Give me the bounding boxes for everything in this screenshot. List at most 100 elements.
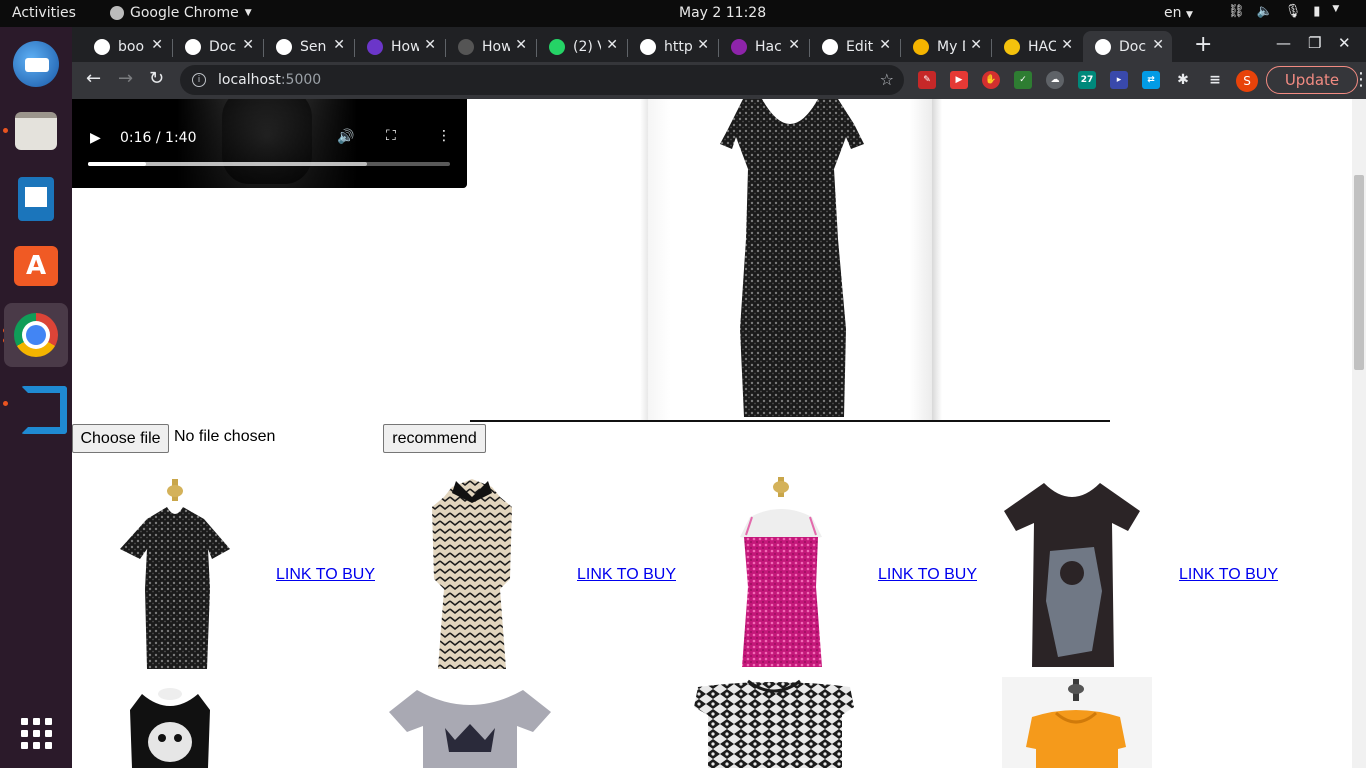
tab-close-icon[interactable]: ✕: [515, 37, 527, 53]
browser-tab[interactable]: (2) V ✕: [537, 31, 626, 62]
profile-avatar[interactable]: S: [1236, 70, 1258, 92]
files-icon: [15, 112, 57, 150]
tab-close-icon[interactable]: ✕: [151, 37, 163, 53]
app-menu[interactable]: Google Chrome ▼: [110, 5, 252, 21]
tab-close-icon[interactable]: ✕: [1152, 37, 1164, 53]
forward-button[interactable]: →: [118, 68, 133, 89]
extension-icon[interactable]: ▸: [1110, 71, 1128, 89]
browser-tab[interactable]: Sen ✕: [264, 31, 353, 62]
product-image-orange-top: [1002, 677, 1152, 768]
tab-close-icon[interactable]: ✕: [333, 37, 345, 53]
tab-close-icon[interactable]: ✕: [697, 37, 709, 53]
activities-button[interactable]: Activities: [12, 5, 76, 21]
close-window-button[interactable]: ✕: [1338, 34, 1351, 52]
video-player[interactable]: ▶ 0:16 / 1:40 🔊 ⛶ ⋮: [72, 99, 467, 188]
browser-tab[interactable]: Edit ✕: [810, 31, 899, 62]
url-host: localhost: [218, 72, 281, 88]
tab-close-icon[interactable]: ✕: [242, 37, 254, 53]
url-port: :5000: [280, 72, 322, 88]
tab-close-icon[interactable]: ✕: [606, 37, 618, 53]
product-image-chevron-dress: [432, 479, 512, 669]
back-button[interactable]: ←: [86, 68, 101, 89]
address-bar[interactable]: i localhost:5000 ☆: [180, 65, 904, 95]
product-buy-link[interactable]: LINK TO BUY: [276, 566, 375, 584]
extension-icon[interactable]: ✋: [982, 71, 1000, 89]
browser-tab[interactable]: Doc ✕: [1083, 31, 1172, 62]
clock[interactable]: May 2 11:28: [679, 5, 766, 21]
extension-icon[interactable]: ☁: [1046, 71, 1064, 89]
video-progress-bar[interactable]: [88, 162, 450, 166]
update-button[interactable]: Update: [1266, 66, 1358, 94]
browser-tab[interactable]: Doc ✕: [173, 31, 262, 62]
volume-icon[interactable]: 🔊: [337, 129, 354, 145]
dock-thunderbird[interactable]: [4, 32, 68, 96]
browser-tab[interactable]: Hac ✕: [719, 31, 808, 62]
github-icon: [822, 38, 838, 55]
page-scrollbar[interactable]: [1352, 99, 1366, 768]
dock-files[interactable]: [4, 99, 68, 163]
video-more-icon[interactable]: ⋮: [437, 128, 451, 144]
media-control-icon[interactable]: ≡: [1206, 71, 1224, 89]
browser-tab[interactable]: HAC ✕: [992, 31, 1081, 62]
extension-icon[interactable]: ⇄: [1142, 71, 1160, 89]
thunderbird-icon: [13, 41, 59, 87]
product-buy-link[interactable]: LINK TO BUY: [577, 566, 676, 584]
scrollbar-thumb[interactable]: [1354, 175, 1364, 370]
tab-title: Edit: [846, 38, 874, 55]
dock-software[interactable]: A: [4, 234, 68, 298]
extension-icon[interactable]: ✓: [1014, 71, 1032, 89]
dock-vscode[interactable]: [4, 371, 68, 435]
slides-icon: [1004, 38, 1020, 55]
whatsapp-icon: [549, 38, 565, 55]
dock-chrome[interactable]: [4, 303, 68, 367]
kebab-menu-icon[interactable]: ⋮: [1352, 69, 1366, 90]
tab-close-icon[interactable]: ✕: [1061, 37, 1073, 53]
extensions-puzzle-icon[interactable]: ✱: [1174, 71, 1192, 89]
dock-writer[interactable]: [4, 167, 68, 231]
chevron-down-icon: ▼: [1332, 4, 1340, 14]
volume-icon: 🔈: [1256, 4, 1273, 19]
tab-title: How: [391, 38, 419, 55]
recommend-button[interactable]: recommend: [383, 424, 486, 453]
tab-close-icon[interactable]: ✕: [970, 37, 982, 53]
fullscreen-icon[interactable]: ⛶: [386, 128, 396, 144]
browser-tab[interactable]: boo ✕: [82, 31, 171, 62]
tab-close-icon[interactable]: ✕: [879, 37, 891, 53]
tab-title: Sen: [300, 38, 327, 55]
tab-close-icon[interactable]: ✕: [424, 37, 436, 53]
show-applications-button[interactable]: [4, 701, 68, 765]
product-buy-link[interactable]: LINK TO BUY: [1179, 566, 1278, 584]
product-buy-link[interactable]: LINK TO BUY: [878, 566, 977, 584]
list-icon: [731, 38, 747, 55]
play-icon[interactable]: ▶: [90, 130, 101, 146]
drive-icon: [913, 38, 929, 55]
reload-button[interactable]: ↻: [149, 68, 164, 89]
software-store-icon: A: [14, 246, 58, 286]
globe-icon: [185, 38, 201, 55]
tab-strip: boo ✕ Doc ✕ Sen ✕ How ✕ How ✕ (2) V ✕ http ✕ Hac ✕ Edit ✕…: [72, 27, 1366, 62]
maximize-button[interactable]: ❐: [1308, 34, 1321, 52]
language-indicator[interactable]: en ▼: [1164, 5, 1193, 21]
system-tray[interactable]: ⛓ 🔈 🎙 ▮ ▼: [1228, 4, 1339, 19]
extension-icon[interactable]: ✎: [918, 71, 936, 89]
browser-tab[interactable]: How ✕: [355, 31, 444, 62]
product-image-graphic-tee: [1004, 483, 1140, 667]
browser-tab[interactable]: My D ✕: [901, 31, 990, 62]
extension-icon[interactable]: 27: [1078, 71, 1096, 89]
tab-close-icon[interactable]: ✕: [788, 37, 800, 53]
app-menu-label: Google Chrome: [130, 5, 239, 21]
site-info-icon[interactable]: i: [192, 73, 206, 87]
new-tab-button[interactable]: +: [1194, 32, 1212, 57]
browser-tab[interactable]: How ✕: [446, 31, 535, 62]
py-icon: [367, 38, 383, 55]
choose-file-button[interactable]: Choose file: [72, 424, 169, 453]
network-icon: ⛓: [1228, 4, 1245, 19]
product-image-crown-tee: [389, 690, 551, 768]
extension-icon[interactable]: ▶: [950, 71, 968, 89]
bookmark-star-icon[interactable]: ☆: [880, 70, 894, 89]
tab-title: Hac: [755, 38, 782, 55]
howto-icon: [458, 38, 474, 55]
battery-icon: ▮: [1313, 4, 1321, 19]
browser-tab[interactable]: http ✕: [628, 31, 717, 62]
minimize-button[interactable]: —: [1276, 34, 1291, 52]
